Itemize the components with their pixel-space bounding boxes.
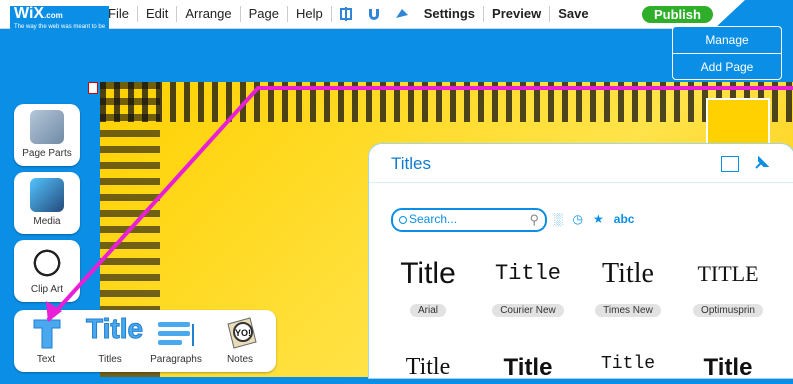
- annotation-arrow: [46, 86, 793, 322]
